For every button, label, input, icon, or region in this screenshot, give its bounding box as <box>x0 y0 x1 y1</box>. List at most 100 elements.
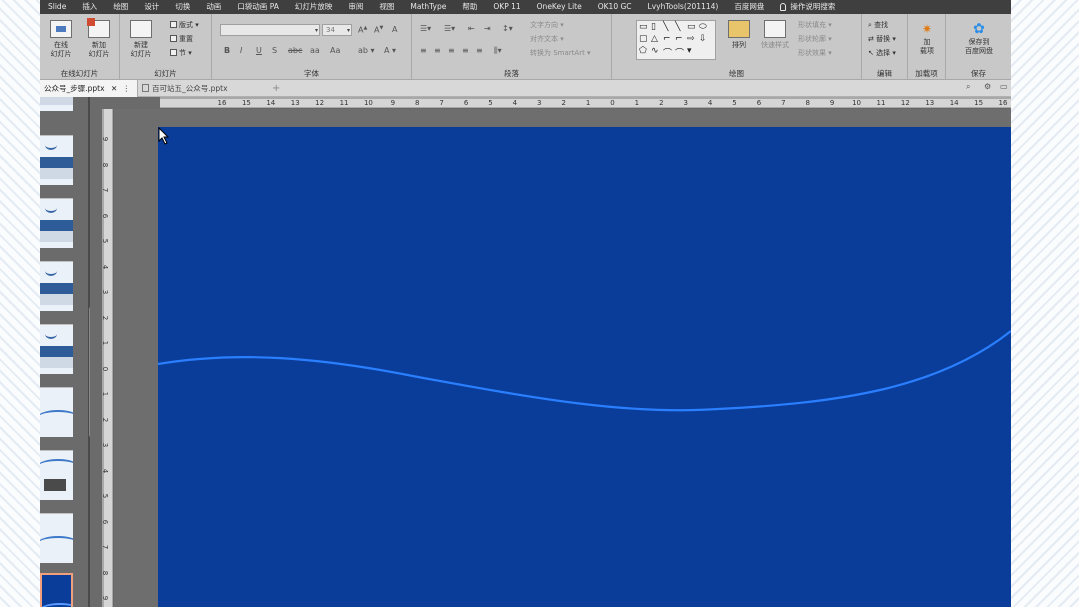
align-center-icon[interactable]: ≡ <box>434 46 441 55</box>
more-shapes-icon[interactable]: ▾ <box>687 46 692 56</box>
slide-thumbnail[interactable] <box>40 513 73 563</box>
tab-slideshow[interactable]: 幻灯片放映 <box>287 0 341 14</box>
find-button[interactable]: ⌕ 查找 <box>868 20 888 30</box>
justify-icon[interactable]: ≡ <box>462 46 469 55</box>
line-shape-icon[interactable]: ╲ <box>663 22 668 32</box>
slide-editing-area[interactable] <box>114 109 1011 607</box>
quick-styles-button[interactable]: 快速样式 <box>758 20 792 50</box>
slide-thumbnail[interactable] <box>40 97 73 111</box>
shape-effects-button[interactable]: 形状效果 ▾ <box>798 48 832 58</box>
down-arrow-shape-icon[interactable]: ⇩ <box>699 34 707 44</box>
tab-onekey[interactable]: OneKey Lite <box>529 0 590 14</box>
section-button[interactable]: 节 ▾ <box>170 48 192 58</box>
new-tab-icon[interactable]: + <box>272 80 280 97</box>
line-spacing-icon[interactable]: ↕▾ <box>502 24 513 33</box>
textbox-shape-icon[interactable]: ▭ <box>639 22 648 32</box>
clear-format-icon[interactable]: A <box>392 25 397 34</box>
oval-shape-icon[interactable]: ⬭ <box>699 22 707 32</box>
font-name-combo[interactable]: ▾ <box>220 24 320 36</box>
shrink-font-icon[interactable]: A▼ <box>374 25 383 35</box>
slide-thumbnail[interactable] <box>40 261 73 311</box>
char-spacing-button[interactable]: aa <box>310 46 320 55</box>
rounded-rect-shape-icon[interactable]: ▢ <box>639 34 648 44</box>
numbering-icon[interactable]: ☰▾ <box>444 24 455 33</box>
arrange-button[interactable]: 排列 <box>722 20 756 50</box>
slide-thumbnail[interactable] <box>40 324 73 374</box>
shadow-button[interactable]: S <box>272 46 277 55</box>
font-color-icon[interactable]: A ▾ <box>384 46 396 55</box>
tab-animations[interactable]: 动画 <box>198 0 229 14</box>
arrow-shape-icon[interactable]: ╲ <box>675 22 680 32</box>
online-slides-button[interactable]: 在线 幻灯片 <box>44 20 78 59</box>
tab-design[interactable]: 设计 <box>136 0 167 14</box>
underline-button[interactable]: U <box>256 46 262 55</box>
text-direction-button[interactable]: 文字方向 ▾ <box>530 20 564 30</box>
font-size-combo[interactable]: 34 ▾ <box>322 24 352 36</box>
tab-help[interactable]: 帮助 <box>454 0 485 14</box>
italic-button[interactable]: I <box>240 46 242 55</box>
align-right-icon[interactable]: ≡ <box>448 46 455 55</box>
tab-slide[interactable]: Slide <box>40 0 74 14</box>
shape-outline-button[interactable]: 形状轮廓 ▾ <box>798 34 832 44</box>
tab-review[interactable]: 审阅 <box>340 0 371 14</box>
indent-decrease-icon[interactable]: ⇤ <box>468 24 475 33</box>
tab-draw[interactable]: 绘图 <box>105 0 136 14</box>
window-icon[interactable]: ▭ <box>1000 82 1008 91</box>
tell-me-search[interactable]: 操作说明搜索 <box>772 0 843 14</box>
save-to-baidu-button[interactable]: ✿ 保存到 百度网盘 <box>960 20 998 56</box>
pentagon-shape-icon[interactable]: ⬠ <box>639 46 647 56</box>
scrollbar-thumb[interactable] <box>89 307 90 437</box>
indent-increase-icon[interactable]: ⇥ <box>484 24 491 33</box>
doc-tab-active[interactable]: 公众号_步骤.pptx ✕ ⋮ <box>40 80 138 97</box>
change-case-button[interactable]: Aa <box>330 46 340 55</box>
reset-button[interactable]: 重置 <box>170 34 193 44</box>
columns-icon[interactable]: ⫼▾ <box>494 46 502 56</box>
tab-okp[interactable]: OKP 11 <box>485 0 528 14</box>
align-left-icon[interactable]: ≡ <box>420 46 427 55</box>
doc-tab[interactable]: 百可站五_公众号.pptx <box>138 80 232 97</box>
addins-button[interactable]: ✷ 加 载项 <box>910 20 944 56</box>
current-slide[interactable] <box>158 127 1011 607</box>
add-slides-button[interactable]: 新加 幻灯片 <box>82 18 116 59</box>
elbow-shape-icon[interactable]: ⌐ <box>663 34 671 44</box>
shape-fill-button[interactable]: 形状填充 ▾ <box>798 20 832 30</box>
select-button[interactable]: ↖ 选择 ▾ <box>868 48 896 58</box>
tab-view[interactable]: 视图 <box>371 0 402 14</box>
slide-thumbnail-selected[interactable] <box>40 573 73 607</box>
tab-pocket-animation[interactable]: 口袋动画 PA <box>229 0 287 14</box>
thumbnail-scrollbar[interactable] <box>88 97 90 607</box>
tab-mathtype[interactable]: MathType <box>402 0 454 14</box>
triangle-shape-icon[interactable]: △ <box>651 34 658 44</box>
settings-icon[interactable]: ⚙ <box>984 82 991 91</box>
align-text-button[interactable]: 对齐文本 ▾ <box>530 34 564 44</box>
bullets-icon[interactable]: ☰▾ <box>420 24 431 33</box>
connector-shape-icon[interactable]: ⌐ <box>675 34 683 44</box>
bracket-shape-icon[interactable]: ⌒ <box>663 46 672 59</box>
search-icon[interactable]: ⌕ <box>966 82 970 92</box>
close-icon[interactable]: ✕ <box>111 84 117 93</box>
freeform-shape-icon[interactable]: ⌒ <box>675 46 684 59</box>
tab-lvyhtools[interactable]: LvyhTools(201114) <box>640 0 727 14</box>
strikethrough-button[interactable]: abc <box>288 46 302 55</box>
wave-curve-graphic[interactable] <box>158 127 1011 607</box>
new-slide-button[interactable]: 新建 幻灯片 <box>124 20 158 59</box>
tab-baidu[interactable]: 百度网盘 <box>726 0 772 14</box>
layout-button[interactable]: 版式 ▾ <box>170 20 199 30</box>
curve-shape-icon[interactable]: ∿ <box>651 46 659 56</box>
slide-thumbnail[interactable] <box>40 387 73 437</box>
slide-thumbnail[interactable] <box>40 135 73 185</box>
bold-button[interactable]: B <box>224 46 230 55</box>
smartart-button[interactable]: 转换为 SmartArt ▾ <box>530 48 591 58</box>
distribute-icon[interactable]: ≡ <box>476 46 483 55</box>
grow-font-icon[interactable]: A▲ <box>358 25 367 35</box>
tab-insert[interactable]: 插入 <box>74 0 105 14</box>
rect-shape-icon[interactable]: ▭ <box>687 22 696 32</box>
highlight-icon[interactable]: ab ▾ <box>358 46 375 55</box>
shapes-gallery[interactable]: ▭ ▯ ╲ ╲ ▭ ⬭ ▢ △ ⌐ ⌐ ⇨ ⇩ ⬠ ∿ ⌒ ⌒ ▾ <box>636 20 716 60</box>
textbox-vertical-shape-icon[interactable]: ▯ <box>651 22 656 32</box>
slide-thumbnail[interactable] <box>40 450 73 500</box>
right-arrow-shape-icon[interactable]: ⇨ <box>687 34 695 44</box>
more-icon[interactable]: ⋮ <box>123 84 131 93</box>
slide-thumbnail[interactable] <box>40 198 73 248</box>
replace-button[interactable]: ⇄ 替换 ▾ <box>868 34 896 44</box>
